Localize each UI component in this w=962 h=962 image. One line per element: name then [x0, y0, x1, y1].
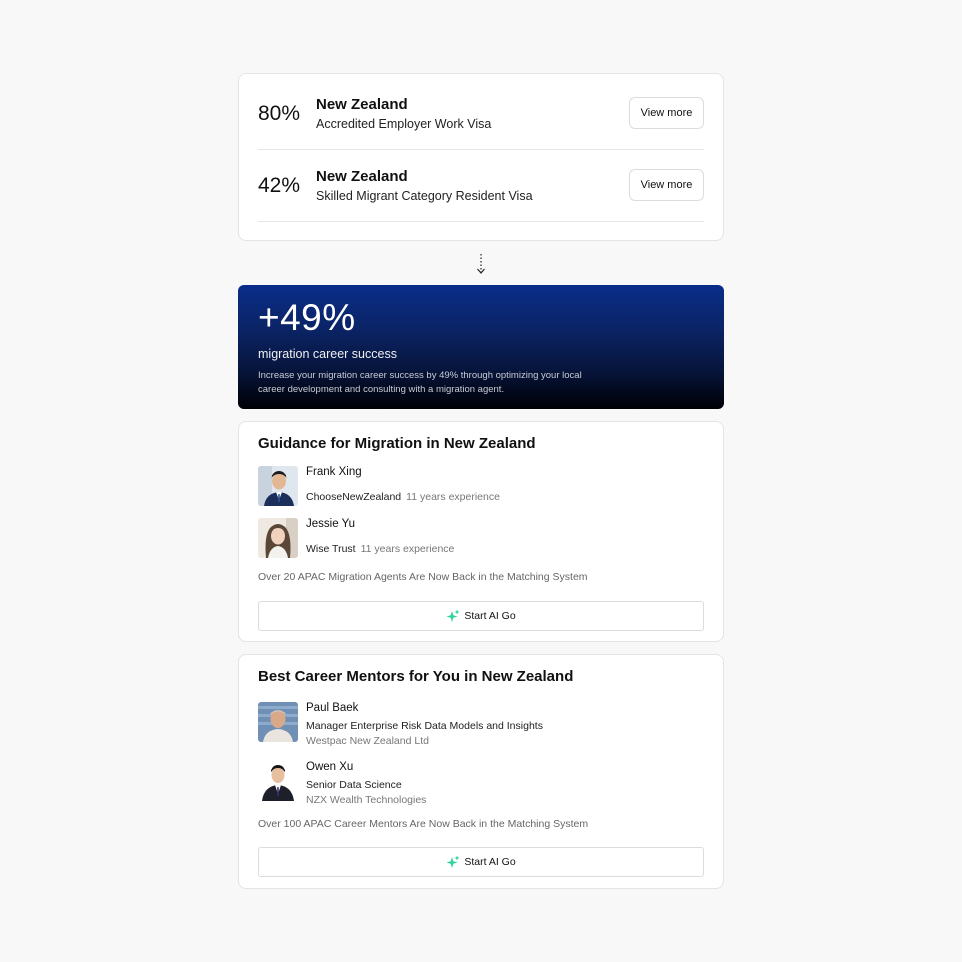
start-ai-go-label: Start AI Go	[464, 610, 516, 622]
avatar	[258, 702, 298, 742]
view-more-button[interactable]: View more	[629, 169, 704, 201]
sparkle-icon	[446, 855, 460, 868]
migration-guidance-card: Guidance for Migration in New Zealand Fr…	[238, 421, 724, 642]
match-percent: 80%	[258, 102, 301, 125]
visa-match-card: 80% New Zealand Accredited Employer Work…	[238, 73, 724, 241]
mentor-role: Senior Data Science	[306, 779, 402, 791]
start-ai-go-label: Start AI Go	[464, 856, 516, 868]
mentors-footnote: Over 100 APAC Career Mentors Are Now Bac…	[258, 818, 589, 830]
mentor-role: Manager Enterprise Risk Data Models and …	[306, 720, 543, 732]
visa-country: New Zealand	[316, 96, 408, 113]
dotted-arrow-down-icon	[477, 254, 485, 274]
visa-name: Accredited Employer Work Visa	[316, 117, 492, 131]
agent-name: Jessie Yu	[306, 518, 356, 530]
success-value: +49%	[258, 297, 356, 338]
agent-experience: 11 years experience	[406, 491, 500, 503]
avatar	[258, 466, 298, 506]
visa-row: 42% New Zealand Skilled Migrant Category…	[258, 150, 704, 222]
visa-name: Skilled Migrant Category Resident Visa	[316, 189, 533, 203]
agent-org: Wise Trust	[306, 543, 356, 555]
match-percent: 42%	[258, 174, 301, 197]
success-banner: +49% migration career success Increase y…	[238, 285, 724, 409]
avatar	[258, 761, 298, 801]
agent-details: ChooseNewZealand 11 years experience	[306, 487, 500, 505]
visa-row: 80% New Zealand Accredited Employer Work…	[258, 78, 704, 150]
career-mentors-card: Best Career Mentors for You in New Zeala…	[238, 654, 724, 889]
mentor-company: Westpac New Zealand Ltd	[306, 735, 429, 747]
mentor-name: Paul Baek	[306, 702, 359, 714]
agents-footnote: Over 20 APAC Migration Agents Are Now Ba…	[258, 571, 588, 583]
section-title: Guidance for Migration in New Zealand	[258, 435, 536, 452]
view-more-button[interactable]: View more	[629, 97, 704, 129]
section-title: Best Career Mentors for You in New Zeala…	[258, 668, 574, 685]
mentor-name: Owen Xu	[306, 761, 354, 773]
success-description: Increase your migration career success b…	[258, 370, 582, 395]
success-label: migration career success	[258, 347, 397, 361]
start-ai-go-button[interactable]: Start AI Go	[258, 847, 704, 877]
agent-experience: 11 years experience	[360, 543, 455, 555]
agent-name: Frank Xing	[306, 466, 362, 478]
agent-org: ChooseNewZealand	[306, 491, 402, 503]
agent-details: Wise Trust 11 years experience	[306, 539, 454, 557]
mentor-company: NZX Wealth Technologies	[306, 794, 427, 806]
sparkle-icon	[446, 609, 460, 622]
avatar	[258, 518, 298, 558]
visa-country: New Zealand	[316, 168, 408, 185]
start-ai-go-button[interactable]: Start AI Go	[258, 601, 704, 631]
